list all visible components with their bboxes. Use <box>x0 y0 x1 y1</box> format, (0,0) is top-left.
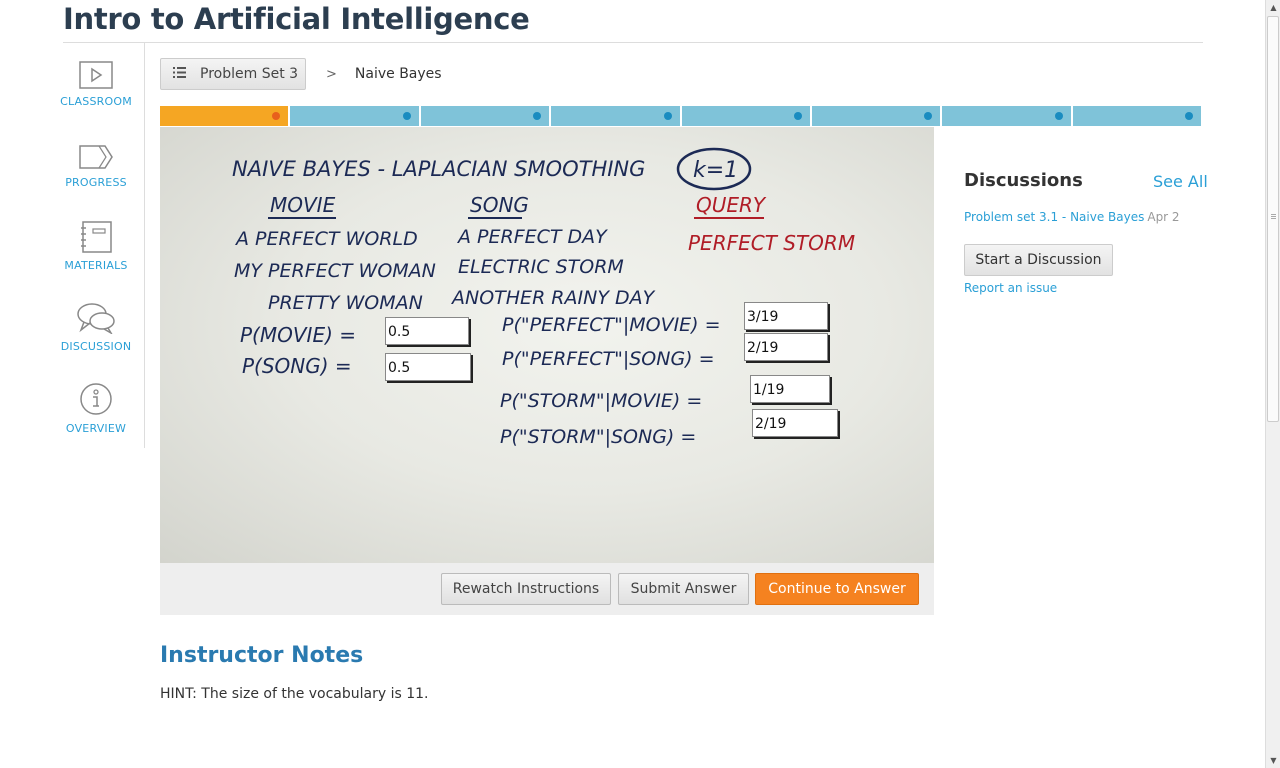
progress-segment[interactable] <box>809 106 941 126</box>
breadcrumb: Problem Set 3 > Naive Bayes <box>160 58 442 90</box>
play-icon <box>79 61 113 89</box>
discussion-thread-link[interactable]: Problem set 3.1 - Naive Bayes Apr 2 <box>964 210 1180 224</box>
progress-dot <box>1185 112 1193 120</box>
storm-movie-input[interactable] <box>750 375 830 403</box>
query-header: QUERY <box>696 193 767 217</box>
problem-set-label: Problem Set 3 <box>200 66 299 82</box>
quiz-controls: Rewatch Instructions Submit Answer Conti… <box>160 563 934 615</box>
progress-dot <box>793 112 802 120</box>
chat-bubbles-icon <box>77 303 115 334</box>
scroll-thumb[interactable] <box>1267 16 1279 422</box>
nav-overview[interactable]: OVERVIEW <box>55 382 137 435</box>
lesson-progress-bar <box>160 106 1201 126</box>
nav-progress[interactable]: PROGRESS <box>55 144 137 189</box>
see-all-link[interactable]: See All <box>1153 172 1208 191</box>
progress-segment[interactable] <box>1070 106 1201 126</box>
board-title: NAIVE BAYES - LAPLACIAN SMOOTHING <box>232 157 645 181</box>
nav-discussion[interactable]: DISCUSSION <box>55 302 137 353</box>
notebook-icon <box>81 221 112 253</box>
progress-dot <box>402 112 411 120</box>
progress-segment[interactable] <box>940 106 1071 126</box>
nav-discussion-label: DISCUSSION <box>60 340 132 353</box>
p-movie-label: P(MOVIE) = <box>240 323 356 347</box>
progress-segment[interactable] <box>549 106 680 126</box>
movie-title: PRETTY WOMAN <box>268 292 423 314</box>
progress-dot <box>1054 112 1063 120</box>
song-title: ELECTRIC STORM <box>458 256 624 278</box>
song-header: SONG <box>470 193 529 217</box>
breadcrumb-current: Naive Bayes <box>354 66 442 82</box>
progress-dot <box>272 112 281 120</box>
instructor-notes-text: HINT: The size of the vocabulary is 11. <box>160 686 429 702</box>
cond-perfect-song-label: P("PERFECT"|SONG) = <box>502 348 715 370</box>
problem-set-button[interactable]: Problem Set 3 <box>160 58 306 90</box>
progress-icon <box>79 145 113 169</box>
perfect-movie-input[interactable] <box>744 302 828 330</box>
report-issue-link[interactable]: Report an issue <box>964 281 1057 295</box>
cond-perfect-movie-label: P("PERFECT"|MOVIE) = <box>502 314 721 336</box>
p-song-label: P(SONG) = <box>242 354 352 378</box>
nav-classroom[interactable]: CLASSROOM <box>55 61 137 108</box>
nav-materials[interactable]: MATERIALS <box>55 221 137 272</box>
movie-header: MOVIE <box>270 193 336 217</box>
page-scrollbar[interactable]: ▲ ▼ <box>1265 0 1280 768</box>
perfect-song-input[interactable] <box>744 333 828 361</box>
movie-title: MY PERFECT WOMAN <box>234 260 436 282</box>
cond-storm-movie-label: P("STORM"|MOVIE) = <box>500 390 702 412</box>
nav-progress-label: PROGRESS <box>65 176 127 189</box>
progress-dot <box>663 112 672 120</box>
course-title: Intro to Artificial Intelligence <box>63 2 530 36</box>
thread-title[interactable]: Problem set 3.1 - Naive Bayes <box>964 210 1144 224</box>
scroll-down-arrow-icon[interactable]: ▼ <box>1266 753 1280 768</box>
info-icon <box>80 383 112 415</box>
quiz-video-frame: NAIVE BAYES - LAPLACIAN SMOOTHING k=1 MO… <box>160 127 934 563</box>
p-song-input[interactable] <box>385 353 471 381</box>
song-title: A PERFECT DAY <box>456 226 608 248</box>
scroll-grip <box>1271 214 1276 215</box>
progress-segment[interactable] <box>679 106 810 126</box>
scroll-up-arrow-icon[interactable]: ▲ <box>1266 0 1280 15</box>
nav-overview-label: OVERVIEW <box>65 422 127 435</box>
k-label: k=1 <box>693 158 738 183</box>
breadcrumb-separator: > <box>326 66 337 82</box>
nav-materials-label: MATERIALS <box>64 259 128 272</box>
submit-answer-button[interactable]: Submit Answer <box>618 573 749 605</box>
discussions-title: Discussions <box>964 170 1083 191</box>
progress-segment[interactable] <box>418 106 550 126</box>
rewatch-instructions-button[interactable]: Rewatch Instructions <box>441 573 611 605</box>
progress-segment[interactable] <box>288 106 419 126</box>
movie-title: A PERFECT WORLD <box>234 228 418 250</box>
start-discussion-button[interactable]: Start a Discussion <box>964 244 1113 276</box>
p-movie-input[interactable] <box>385 317 469 345</box>
progress-dot <box>924 112 933 120</box>
progress-segment[interactable] <box>160 106 289 126</box>
storm-song-input[interactable] <box>752 409 838 437</box>
continue-to-answer-button[interactable]: Continue to Answer <box>755 573 919 605</box>
cond-storm-song-label: P("STORM"|SONG) = <box>500 426 696 448</box>
list-icon <box>173 66 186 82</box>
thread-date: Apr 2 <box>1147 210 1180 224</box>
nav-classroom-label: CLASSROOM <box>60 95 132 108</box>
progress-dot <box>533 112 542 120</box>
query-text: PERFECT STORM <box>688 231 855 255</box>
side-nav: CLASSROOM PROGRESS MATERIALS DISCUSSION <box>55 43 145 448</box>
song-title: ANOTHER RAINY DAY <box>450 287 656 309</box>
instructor-notes-title: Instructor Notes <box>160 643 364 668</box>
title-divider <box>63 42 1203 43</box>
